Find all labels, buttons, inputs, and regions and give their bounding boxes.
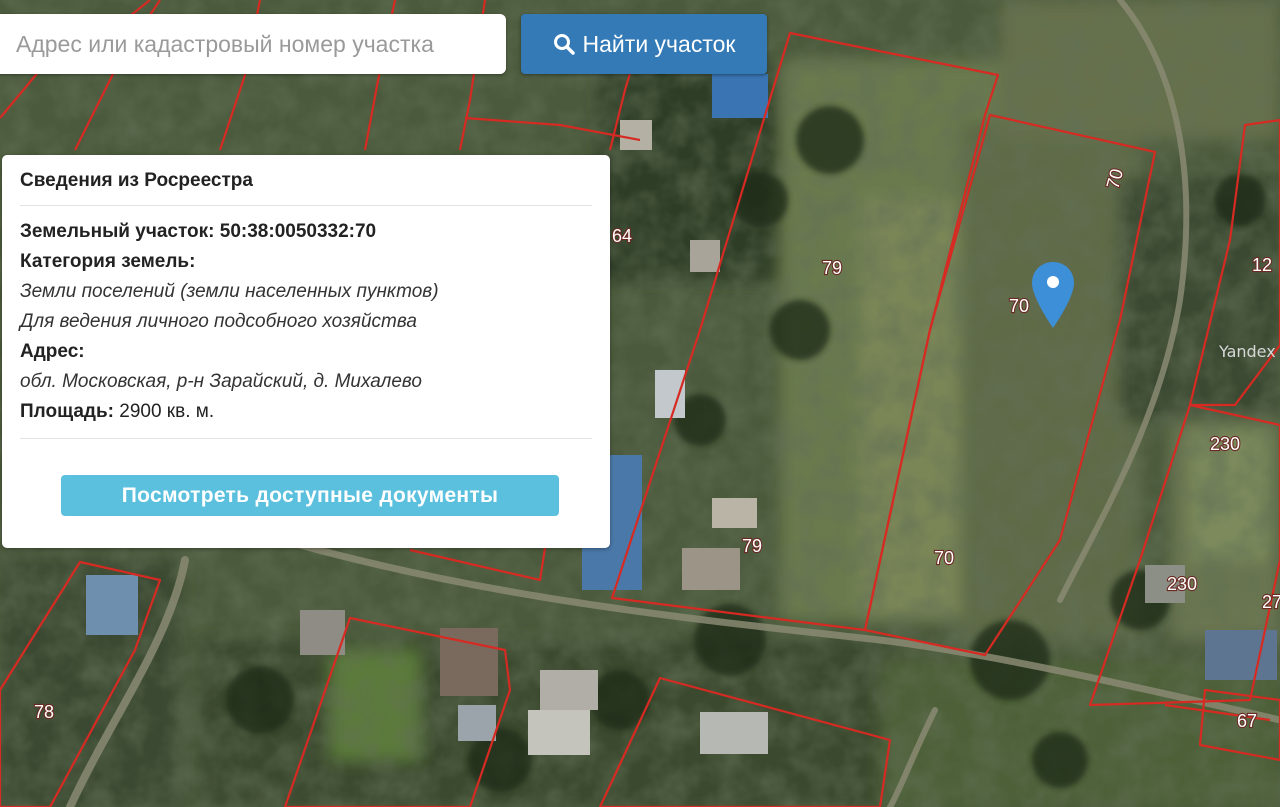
area-label: Площадь: bbox=[20, 401, 114, 422]
tree bbox=[1214, 174, 1266, 226]
parcel-label: 79 bbox=[742, 536, 762, 556]
panel-title: Сведения из Росреестра bbox=[20, 155, 592, 206]
rosreestr-info-panel: Сведения из Росреестра Земельный участок… bbox=[2, 155, 610, 548]
address-value: обл. Московская, р-н Зарайский, д. Михал… bbox=[20, 371, 422, 392]
parcel-label: 64 bbox=[612, 226, 632, 246]
parcel-label: 78 bbox=[34, 702, 54, 722]
building-roof bbox=[540, 670, 598, 710]
building-roof-blue bbox=[712, 74, 768, 118]
tree bbox=[226, 666, 294, 734]
tree bbox=[1032, 732, 1088, 788]
parcel-label: 27 bbox=[1262, 592, 1280, 612]
parcel-label: 67 bbox=[1237, 711, 1257, 731]
search-icon bbox=[553, 34, 575, 55]
panel-body: Земельный участок: 50:38:0050332:70 Кате… bbox=[20, 206, 592, 439]
usage-value: Для ведения личного подсобного хозяйства bbox=[20, 311, 417, 332]
parcel-number: 50:38:0050332:70 bbox=[219, 221, 377, 242]
parcel-label: 79 bbox=[822, 258, 842, 278]
parcel-label: 70 bbox=[1009, 296, 1029, 316]
building-roof bbox=[655, 370, 685, 418]
tree bbox=[694, 604, 766, 676]
address-label: Адрес: bbox=[20, 341, 85, 362]
category-value: Земли поселений (земли населенных пункто… bbox=[20, 281, 439, 302]
parcel-label: 230 bbox=[1167, 574, 1197, 594]
category-label: Категория земель: bbox=[20, 251, 196, 272]
tree bbox=[796, 106, 864, 174]
building-roof bbox=[300, 610, 345, 655]
area-row: Площадь: 2900 кв. м. bbox=[20, 397, 592, 427]
find-parcel-label: Найти участок bbox=[582, 30, 736, 57]
parcel-label: 12 bbox=[1252, 255, 1272, 275]
building-roof bbox=[690, 240, 720, 272]
building-roof bbox=[458, 705, 496, 741]
find-parcel-button[interactable]: Найти участок bbox=[521, 14, 767, 74]
panel-divider bbox=[20, 438, 592, 439]
area-value: 2900 кв. м. bbox=[119, 401, 215, 422]
building-roof bbox=[682, 548, 740, 590]
building-roof bbox=[700, 712, 768, 754]
parcel-label: 230 bbox=[1210, 434, 1240, 454]
building-roof bbox=[528, 710, 590, 755]
view-documents-button[interactable]: Посмотреть доступные документы bbox=[61, 475, 559, 516]
parcel-label: 70 bbox=[934, 548, 954, 568]
parcel-label-text: Земельный участок: bbox=[20, 221, 215, 242]
building-roof-blue bbox=[86, 575, 138, 635]
building-roof bbox=[620, 120, 652, 150]
search-input[interactable] bbox=[0, 14, 506, 74]
parcel-row: Земельный участок: 50:38:0050332:70 bbox=[20, 217, 592, 247]
tree bbox=[770, 300, 830, 360]
building-roof-blue bbox=[1205, 630, 1277, 680]
building-roof bbox=[712, 498, 757, 528]
search-box bbox=[0, 14, 506, 74]
yandex-logo: Yandex bbox=[1218, 342, 1276, 361]
